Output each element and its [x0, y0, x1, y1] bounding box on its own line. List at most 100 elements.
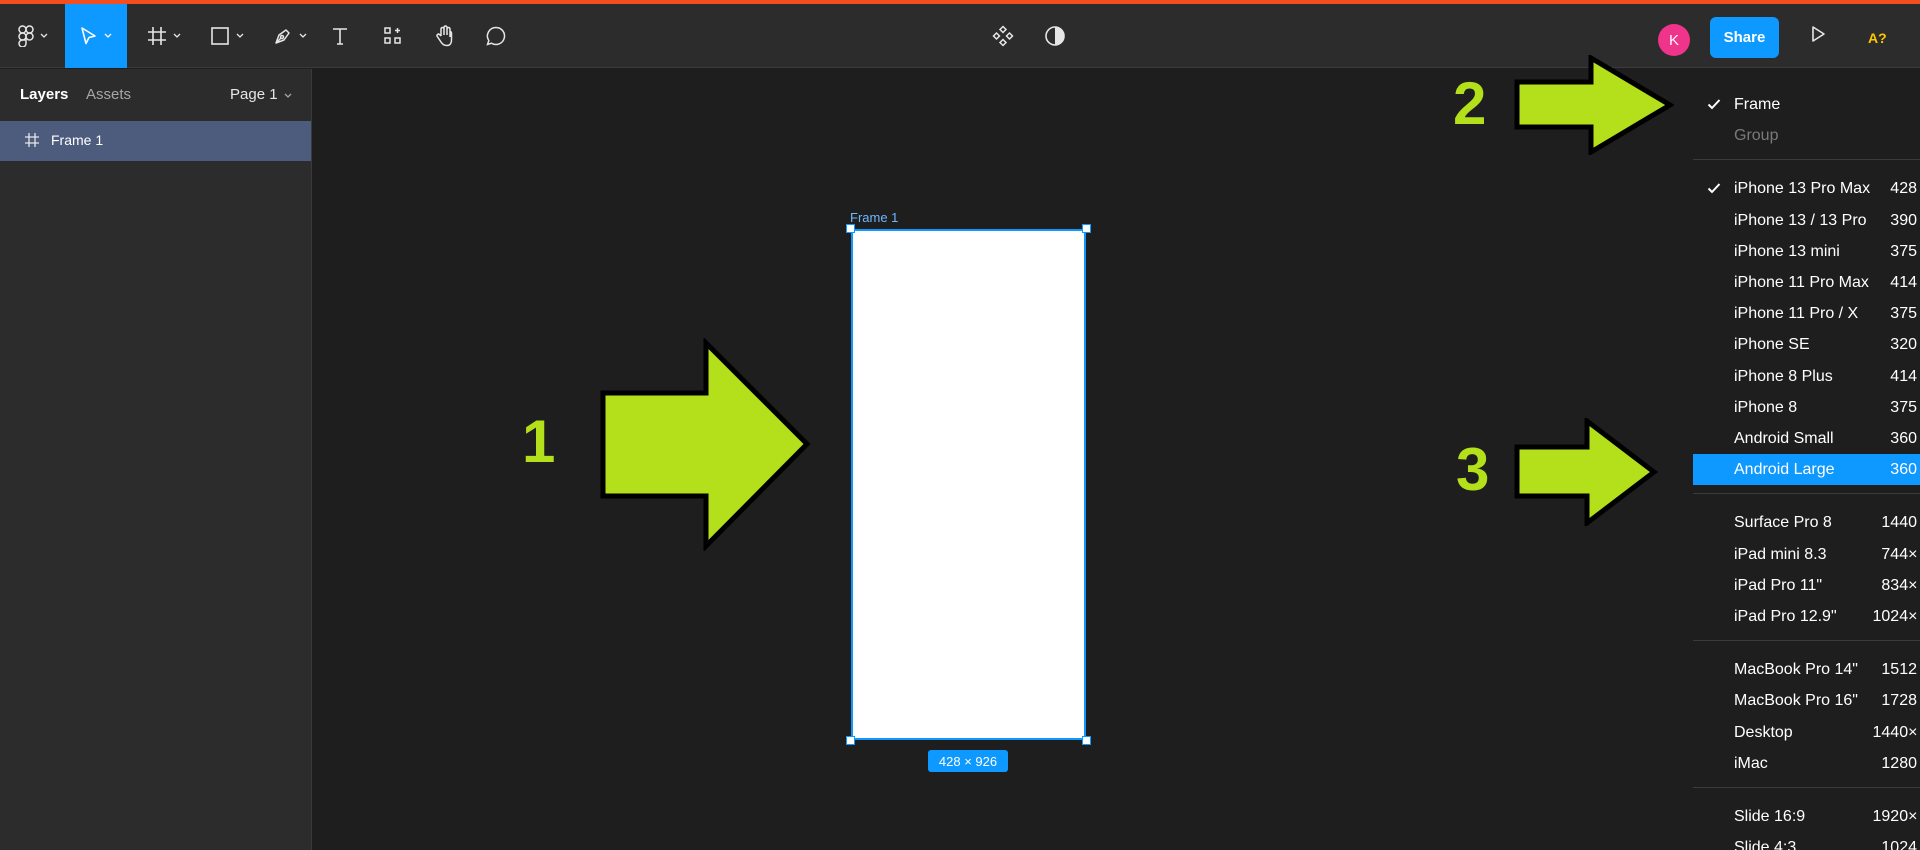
menu-item[interactable]: Surface Pro 8 1440: [1693, 507, 1920, 538]
menu-item[interactable]: iPhone 8 375: [1693, 392, 1920, 423]
frame-size-badge: 428 × 926: [928, 750, 1008, 772]
menu-item-label: iPhone 11 Pro / X: [1734, 305, 1859, 323]
menu-item[interactable]: iPhone SE 320: [1693, 329, 1920, 360]
menu-item[interactable]: iPad mini 8.3 744×: [1693, 539, 1920, 570]
menu-item-label: iPhone 8 Plus: [1734, 367, 1833, 385]
tab-assets[interactable]: Assets: [86, 86, 131, 103]
avatar[interactable]: K: [1658, 24, 1690, 56]
menu-item[interactable]: iPhone 11 Pro / X 375: [1693, 298, 1920, 329]
menu-item-label: Group: [1734, 127, 1779, 145]
component-icon: [992, 25, 1014, 47]
resize-handle-top-right[interactable]: [1082, 224, 1091, 233]
figma-logo-icon: [18, 25, 34, 47]
menu-item[interactable]: iPhone 13 Pro Max 428: [1693, 173, 1920, 204]
hand-icon: [434, 25, 456, 47]
shape-tool-button[interactable]: [203, 4, 251, 68]
menu-item[interactable]: Frame: [1693, 89, 1920, 120]
checkmark-icon: [1707, 99, 1721, 110]
menu-item-size: 1920×: [1872, 808, 1918, 825]
chevron-down-icon: [173, 33, 181, 39]
component-button[interactable]: [988, 4, 1018, 68]
menu-item-label: Surface Pro 8: [1734, 514, 1832, 532]
menu-item-size: 414: [1890, 274, 1917, 291]
chevron-down-icon: [104, 33, 112, 39]
menu-item-size: 414: [1890, 367, 1917, 385]
menu-item-label: iPhone 13 / 13 Pro: [1734, 211, 1867, 229]
menu-item-label: iPhone 13 Pro Max: [1734, 180, 1871, 198]
menu-item: Group: [1693, 120, 1920, 151]
comment-icon: [485, 25, 507, 47]
share-button[interactable]: Share: [1710, 17, 1779, 58]
menu-item[interactable]: iPhone 13 / 13 Pro 390: [1693, 205, 1920, 236]
menu-item[interactable]: Slide 16:9 1920×: [1693, 801, 1920, 832]
layer-row-frame-1[interactable]: Frame 1: [0, 121, 311, 161]
annotation-number-3: 3: [1456, 436, 1490, 503]
menu-item[interactable]: iPhone 11 Pro Max 414: [1693, 267, 1920, 298]
rectangle-icon: [210, 26, 230, 46]
menu-item[interactable]: iMac 1280: [1693, 748, 1920, 779]
menu-item-label: MacBook Pro 16": [1734, 692, 1858, 710]
page-label: Page 1: [230, 86, 278, 103]
menu-item-label: Desktop: [1734, 723, 1793, 741]
text-icon: [330, 26, 350, 46]
annotation-arrow-1: [600, 338, 811, 551]
layer-name: Frame 1: [51, 132, 104, 148]
menu-item-label: iPhone 13 mini: [1734, 242, 1840, 260]
resources-tool-button[interactable]: [378, 4, 408, 68]
menu-item-size: 1440×: [1872, 723, 1918, 741]
menu-separator: [1693, 640, 1920, 642]
menu-item-label: iPhone SE: [1734, 336, 1810, 354]
menu-item-label: MacBook Pro 14": [1734, 661, 1858, 679]
menu-item-size: 428: [1890, 180, 1917, 198]
tab-layers[interactable]: Layers: [20, 86, 68, 103]
frame-tool-button[interactable]: [140, 4, 188, 68]
menu-item[interactable]: Slide 4:3 1024: [1693, 832, 1920, 850]
menu-item-size: 360: [1890, 461, 1917, 479]
main-menu-button[interactable]: [8, 4, 58, 68]
menu-item[interactable]: iPad Pro 11" 834×: [1693, 570, 1920, 601]
frame-hash-icon: [147, 26, 167, 46]
menu-item-size: 375: [1890, 398, 1917, 416]
chevron-down-icon: [236, 33, 244, 39]
menu-item[interactable]: iPhone 8 Plus 414: [1693, 361, 1920, 392]
chevron-down-icon: [284, 86, 292, 103]
menu-item-label: Slide 16:9: [1734, 808, 1806, 825]
frame-label[interactable]: Frame 1: [850, 210, 898, 225]
menu-item-size: 834×: [1881, 576, 1918, 594]
menu-item[interactable]: iPad Pro 12.9" 1024×: [1693, 601, 1920, 632]
annotation-arrow-3: [1514, 418, 1658, 526]
menu-item[interactable]: MacBook Pro 16" 1728: [1693, 685, 1920, 716]
menu-item[interactable]: Android Small 360: [1693, 423, 1920, 454]
menu-item[interactable]: MacBook Pro 14" 1512: [1693, 654, 1920, 685]
contrast-button[interactable]: [1040, 4, 1070, 68]
frame-hash-icon: [24, 132, 40, 153]
move-tool-button[interactable]: [65, 4, 127, 68]
menu-item-size: 744×: [1881, 545, 1918, 563]
panel-tabs: Layers Assets Page 1: [0, 69, 312, 121]
menu-item-size: 375: [1890, 242, 1917, 260]
menu-item-label: iPad Pro 11": [1734, 576, 1823, 594]
resize-handle-bottom-right[interactable]: [1082, 736, 1091, 745]
menu-item[interactable]: Desktop 1440×: [1693, 717, 1920, 748]
present-button[interactable]: [1806, 24, 1830, 48]
hand-tool-button[interactable]: [430, 4, 460, 68]
menu-item-label: iPhone 11 Pro Max: [1734, 274, 1869, 291]
resize-handle-top-left[interactable]: [846, 224, 855, 233]
menu-item[interactable]: Android Large 360: [1693, 454, 1920, 486]
menu-separator: [1693, 493, 1920, 495]
menu-item-label: iMac: [1734, 754, 1768, 772]
missing-fonts-indicator[interactable]: A?: [1868, 30, 1887, 46]
menu-item-size: 375: [1890, 305, 1917, 323]
page-selector[interactable]: Page 1: [230, 86, 292, 103]
resize-handle-bottom-left[interactable]: [846, 736, 855, 745]
comment-tool-button[interactable]: [481, 4, 511, 68]
menu-item[interactable]: iPhone 13 mini 375: [1693, 236, 1920, 267]
frame-1[interactable]: [851, 229, 1086, 740]
menu-item-size: 1728: [1881, 692, 1917, 710]
menu-separator: [1693, 159, 1920, 161]
pen-tool-button[interactable]: [266, 4, 314, 68]
menu-item-size: 320: [1890, 336, 1917, 354]
text-tool-button[interactable]: [325, 4, 355, 68]
menu-item-label: Android Large: [1734, 461, 1835, 479]
checkmark-icon: [1707, 183, 1721, 194]
